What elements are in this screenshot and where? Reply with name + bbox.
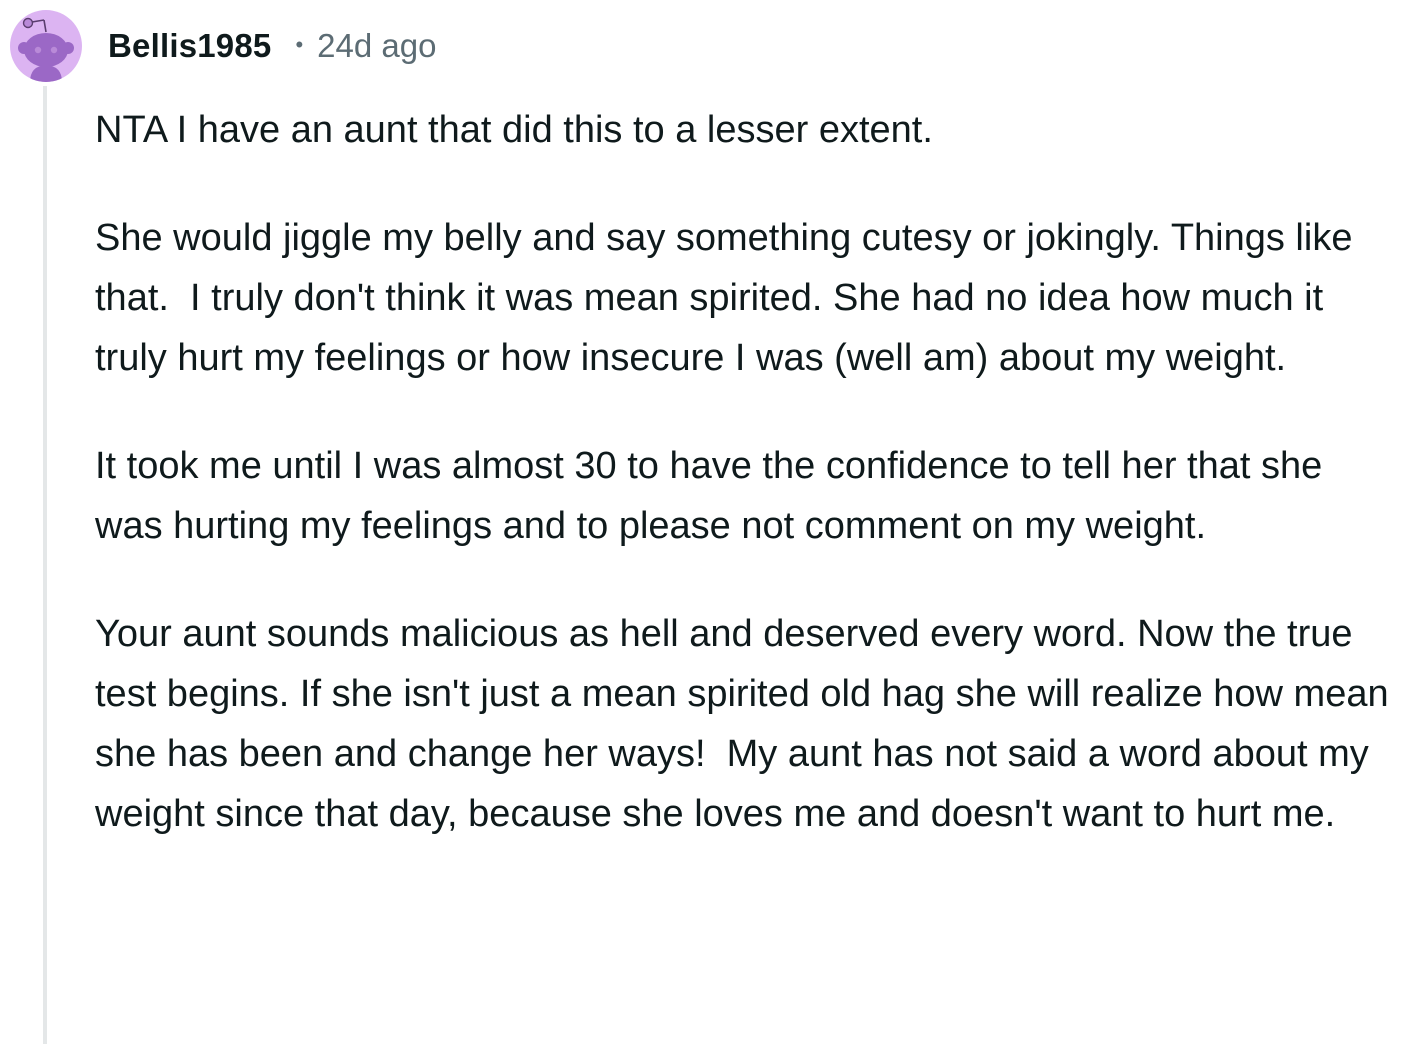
meta-separator: •	[295, 32, 304, 57]
comment: Bellis1985 • 24d ago NTA I have an aunt …	[0, 0, 1408, 1044]
avatar[interactable]	[10, 10, 82, 82]
timestamp[interactable]: 24d ago	[317, 27, 436, 65]
thread-collapse-line[interactable]	[43, 86, 47, 1044]
username-link[interactable]: Bellis1985	[108, 27, 271, 65]
comment-paragraph: NTA I have an aunt that did this to a le…	[95, 109, 933, 151]
comment-header: Bellis1985 • 24d ago	[10, 10, 436, 82]
comment-paragraph: She would jiggle my belly and say someth…	[95, 217, 1364, 379]
snoo-avatar-icon	[18, 17, 74, 82]
comment-paragraph: Your aunt sounds malicious as hell and d…	[95, 613, 1400, 835]
comment-body: NTA I have an aunt that did this to a le…	[95, 100, 1395, 892]
comment-paragraph: It took me until I was almost 30 to have…	[95, 445, 1333, 547]
